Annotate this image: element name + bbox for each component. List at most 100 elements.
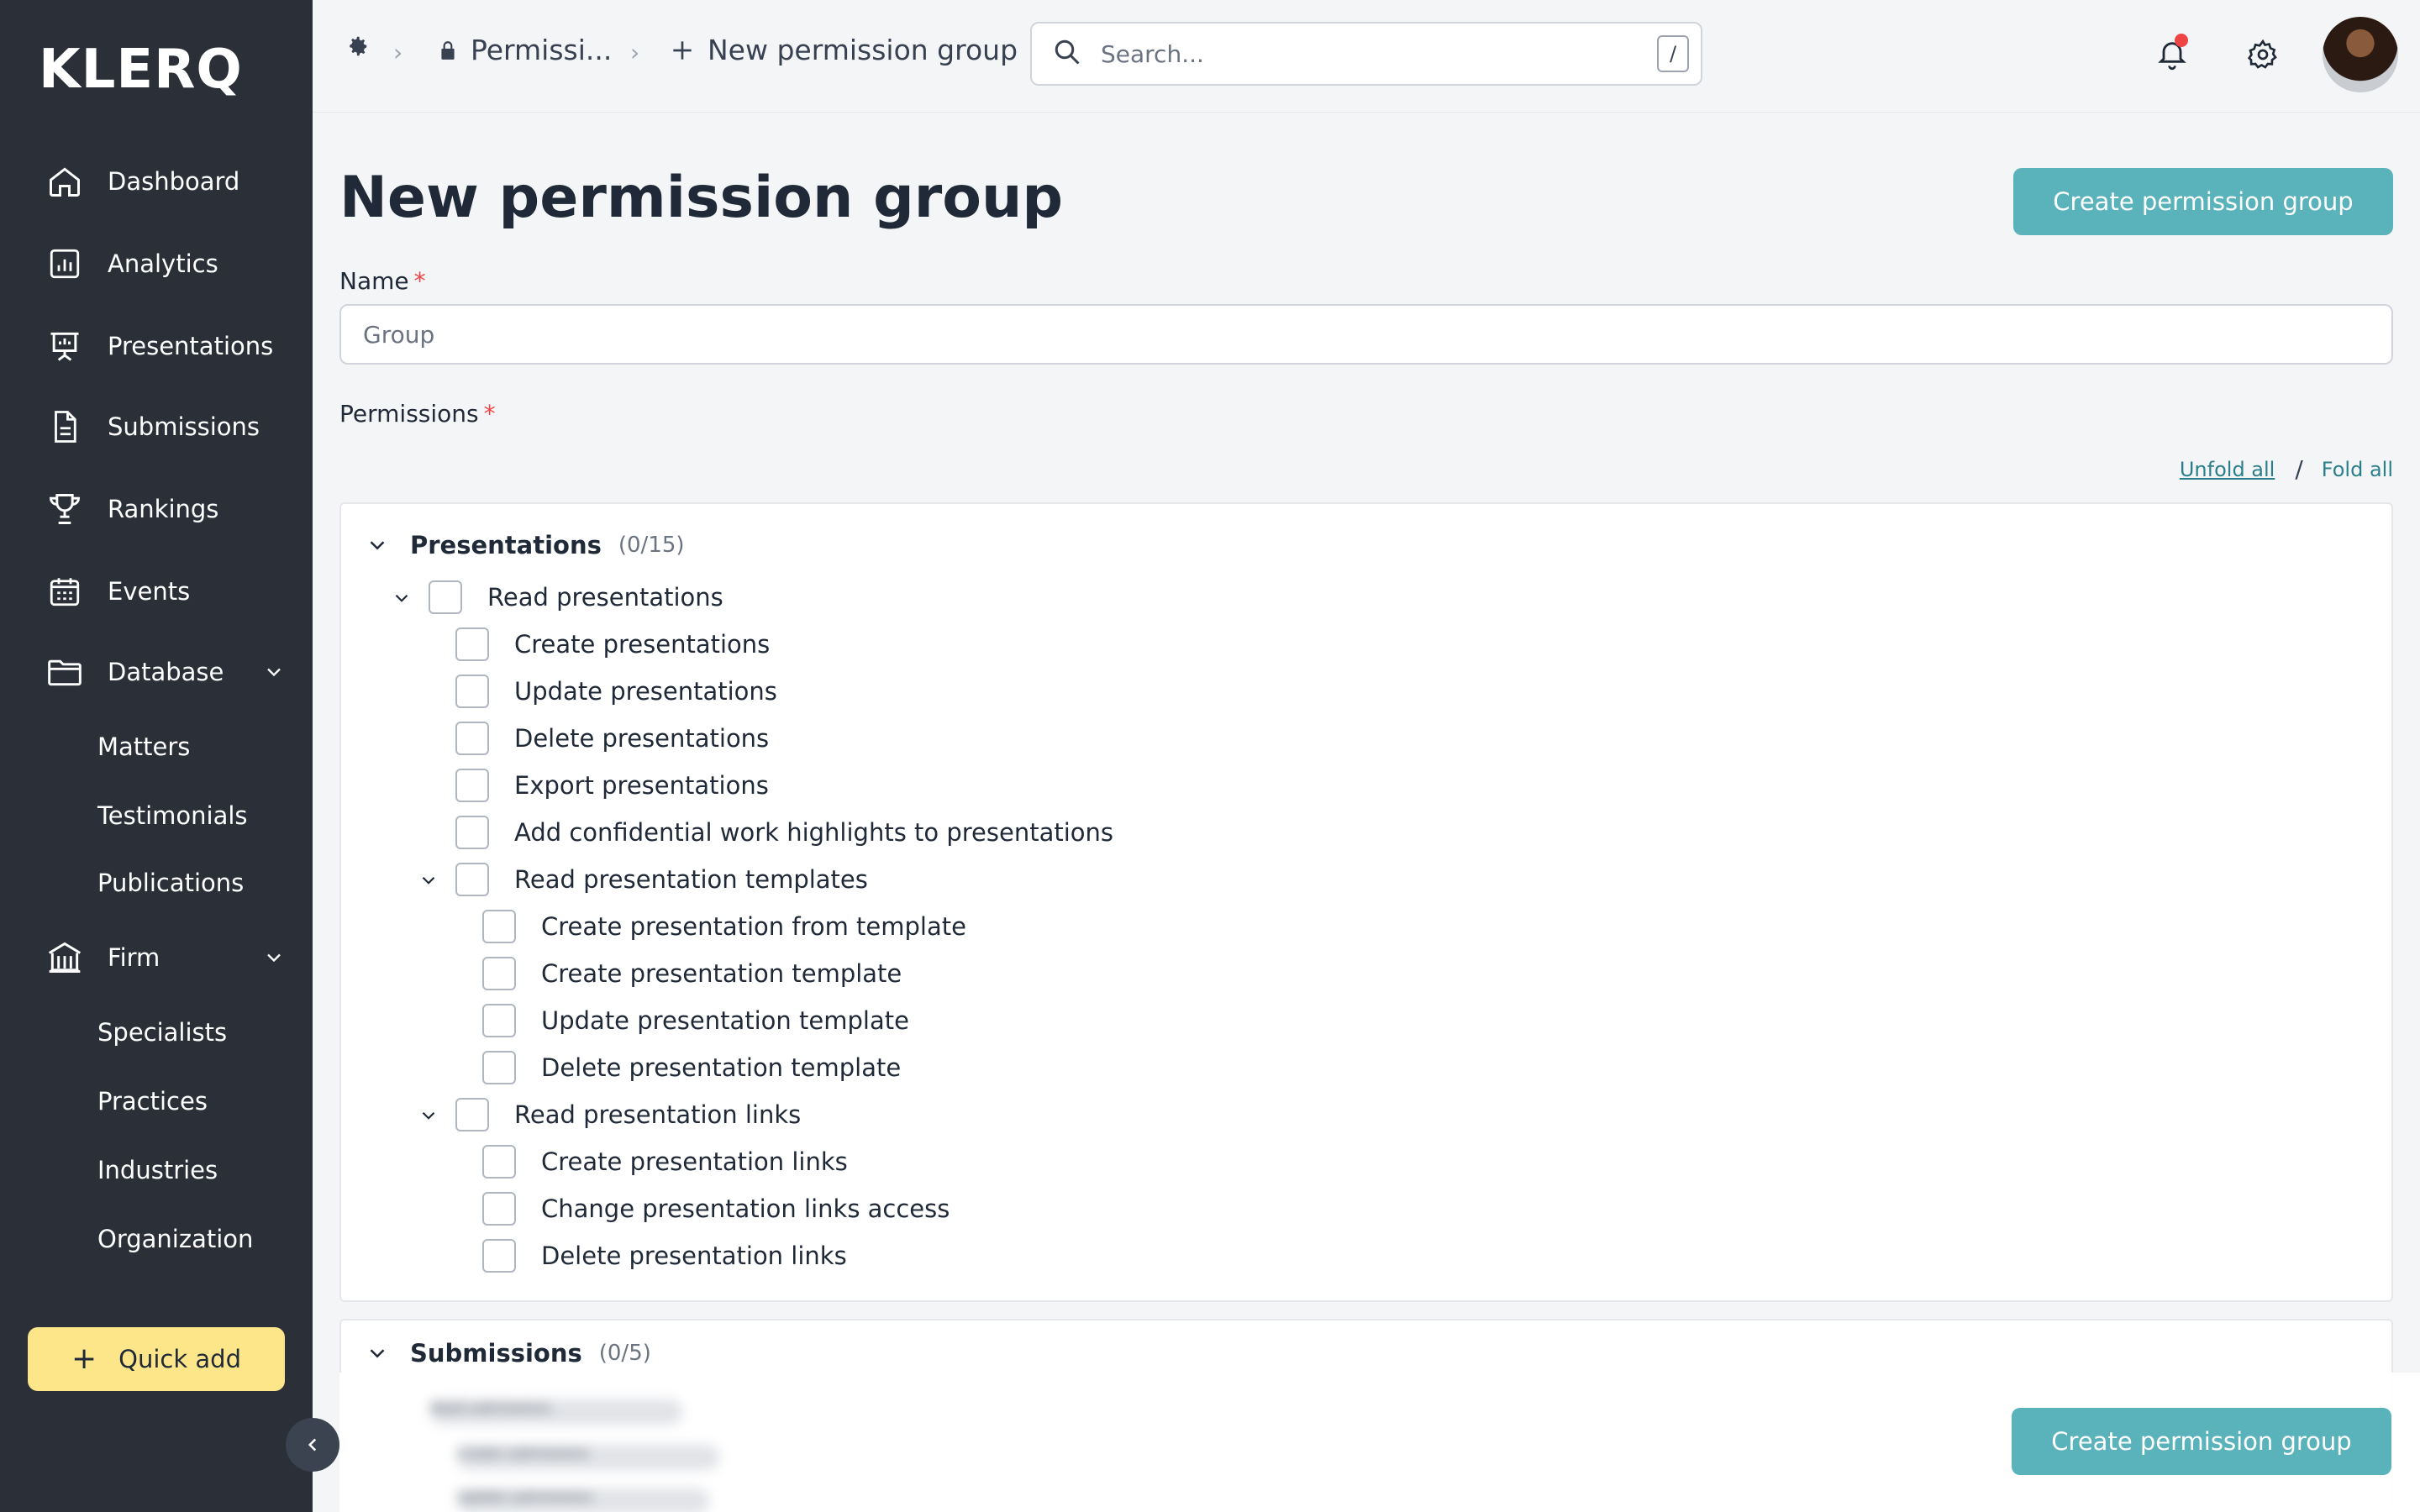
permission-item: Create presentation from template: [482, 909, 966, 944]
unfold-all-link[interactable]: Unfold all: [2180, 458, 2275, 481]
page-title: New permission group: [339, 165, 1064, 231]
search-input[interactable]: Search... /: [1030, 22, 1702, 86]
chevron-down-icon[interactable]: [365, 1341, 390, 1366]
permission-checkbox[interactable]: [455, 722, 489, 755]
sidebar-item-firm[interactable]: Firm: [44, 932, 296, 983]
sidebar-item-analytics[interactable]: Analytics: [44, 239, 296, 289]
permission-checkbox[interactable]: [455, 769, 489, 802]
plus-icon: [673, 40, 692, 60]
sidebar-subitem-matters[interactable]: Matters: [97, 732, 190, 761]
gear-icon: [350, 36, 367, 56]
permission-item: Update presentation template: [482, 1003, 909, 1038]
settings-button[interactable]: [2242, 34, 2284, 76]
permission-checkbox[interactable]: [429, 580, 462, 614]
analytics-icon: [44, 243, 86, 285]
folder-icon: [44, 651, 86, 693]
sidebar-subitem-testimonials[interactable]: Testimonials: [97, 801, 248, 830]
permission-checkbox[interactable]: [482, 1145, 516, 1179]
notifications-button[interactable]: [2151, 34, 2193, 76]
search-placeholder: Search...: [1101, 39, 1204, 68]
permission-checkbox[interactable]: [455, 627, 489, 661]
sidebar-item-rankings[interactable]: Rankings: [44, 484, 296, 534]
permission-label: Read presentation links: [514, 1100, 802, 1129]
chevron-down-icon: [422, 1111, 435, 1120]
section-title: Presentations: [410, 531, 602, 559]
breadcrumb-current: New permission group: [669, 34, 1018, 66]
sidebar-subitem-publications[interactable]: Publications: [97, 869, 244, 897]
chevron-down-icon[interactable]: [262, 660, 286, 687]
quick-add-label: Quick add: [118, 1345, 241, 1373]
sidebar: KLERQ Dashboard Analytics Presentations …: [0, 0, 313, 1512]
permission-label: Add confidential work highlights to pres…: [514, 818, 1114, 847]
permission-section-presentations: Presentations (0/15) Read presentations …: [339, 502, 2393, 1302]
permission-item: Read presentation templates: [455, 862, 868, 897]
trophy-icon: [44, 488, 86, 530]
search-icon: [1052, 37, 1082, 71]
permission-label: Delete presentations: [514, 724, 770, 753]
permission-checkbox[interactable]: [455, 863, 489, 896]
required-mark: *: [413, 267, 426, 295]
permission-checkbox[interactable]: [482, 1192, 516, 1226]
create-permission-group-button-bottom[interactable]: Create permission group: [2012, 1408, 2391, 1475]
sidebar-subitem-industries[interactable]: Industries: [97, 1156, 218, 1184]
permission-checkbox[interactable]: [455, 1098, 489, 1131]
sidebar-item-events[interactable]: Events: [44, 566, 296, 617]
user-avatar[interactable]: [2323, 17, 2398, 92]
sidebar-item-presentations[interactable]: Presentations: [44, 321, 296, 371]
sidebar-item-label: Database: [108, 658, 224, 686]
permission-checkbox[interactable]: [482, 1051, 516, 1084]
sidebar-item-dashboard[interactable]: Dashboard: [44, 156, 296, 207]
permission-checkbox[interactable]: [482, 910, 516, 943]
sidebar-subitem-practices[interactable]: Practices: [97, 1087, 208, 1116]
sidebar-item-database[interactable]: Database: [44, 647, 296, 697]
permission-label: Read presentations: [487, 583, 723, 612]
sidebar-subitem-organization[interactable]: Organization: [97, 1225, 253, 1253]
expand-toggle[interactable]: [417, 869, 440, 892]
quick-add-button[interactable]: + Quick add: [28, 1327, 285, 1391]
topbar: › Permissi... › New permission group Sea…: [313, 0, 2420, 113]
permission-checkbox[interactable]: [482, 957, 516, 990]
breadcrumb-permissions[interactable]: Permissi...: [437, 34, 612, 66]
create-permission-group-button[interactable]: Create permission group: [2013, 168, 2393, 235]
blurred-permission-item: Update submissions: [457, 1488, 709, 1512]
breadcrumb-separator: ›: [393, 39, 403, 66]
permission-item: Add confidential work highlights to pres…: [455, 815, 1113, 850]
name-placeholder: Group: [363, 320, 435, 349]
sidebar-item-submissions[interactable]: Submissions: [44, 402, 296, 452]
chevron-down-icon[interactable]: [262, 946, 286, 973]
section-header[interactable]: Presentations (0/15): [365, 531, 685, 559]
expand-toggle[interactable]: [417, 1104, 440, 1127]
sidebar-item-label: Analytics: [108, 249, 218, 278]
expand-toggle[interactable]: [390, 586, 413, 610]
sidebar-subitem-specialists[interactable]: Specialists: [97, 1018, 227, 1047]
fold-all-link[interactable]: Fold all: [2322, 458, 2393, 481]
sidebar-item-label: Presentations: [108, 332, 274, 360]
permission-label: Change presentation links access: [541, 1194, 950, 1223]
name-label: Name *: [339, 267, 426, 295]
breadcrumb-settings[interactable]: [345, 34, 370, 59]
permission-label: Create presentation links: [541, 1147, 848, 1176]
section-count: (0/15): [618, 533, 685, 558]
permission-item: Read presentation links: [455, 1097, 801, 1132]
fold-separator: /: [2295, 455, 2303, 483]
permission-item: Read presentations: [429, 580, 723, 615]
permission-item: Export presentations: [455, 768, 769, 803]
permission-item: Create presentations: [455, 627, 770, 662]
permission-checkbox[interactable]: [455, 675, 489, 708]
breadcrumb-current-label: New permission group: [708, 34, 1018, 66]
permission-item: Change presentation links access: [482, 1191, 950, 1226]
chevron-down-icon[interactable]: [365, 533, 390, 558]
permission-checkbox[interactable]: [482, 1239, 516, 1273]
blurred-permission-item: Create submissions: [457, 1445, 719, 1470]
collapse-sidebar-button[interactable]: [286, 1418, 339, 1472]
sidebar-item-label: Dashboard: [108, 167, 240, 196]
permission-checkbox[interactable]: [482, 1004, 516, 1037]
section-header[interactable]: Submissions (0/5): [365, 1339, 651, 1368]
search-shortcut-key: /: [1657, 35, 1689, 72]
app-logo[interactable]: KLERQ: [39, 39, 243, 101]
permission-checkbox[interactable]: [455, 816, 489, 849]
name-field[interactable]: Group: [339, 304, 2393, 365]
permission-item: Delete presentations: [455, 721, 769, 756]
sidebar-item-label: Submissions: [108, 412, 260, 441]
section-title: Submissions: [410, 1339, 582, 1368]
